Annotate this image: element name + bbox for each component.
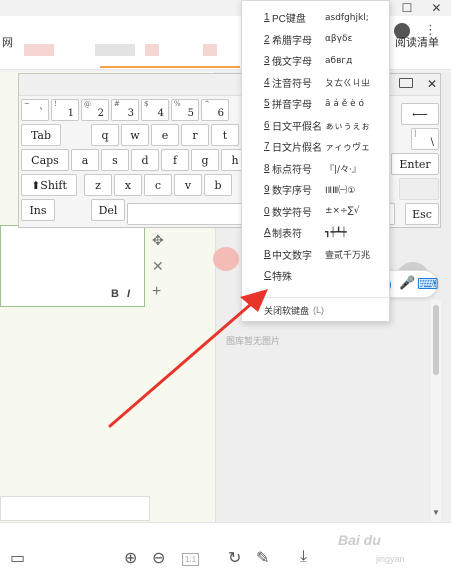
arrow-shaft [108, 296, 260, 428]
annotation-arrow [108, 289, 268, 428]
